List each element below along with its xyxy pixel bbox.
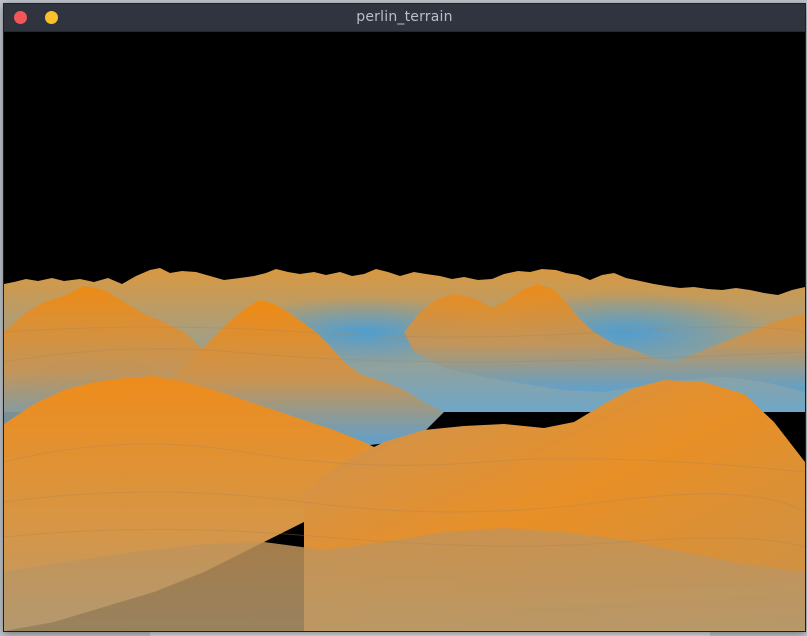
terrain-render bbox=[4, 268, 805, 631]
terrain-canvas[interactable] bbox=[4, 32, 805, 631]
app-window: perlin_terrain bbox=[4, 4, 805, 631]
window-title: perlin_terrain bbox=[356, 9, 453, 25]
window-titlebar[interactable]: perlin_terrain bbox=[4, 4, 805, 32]
